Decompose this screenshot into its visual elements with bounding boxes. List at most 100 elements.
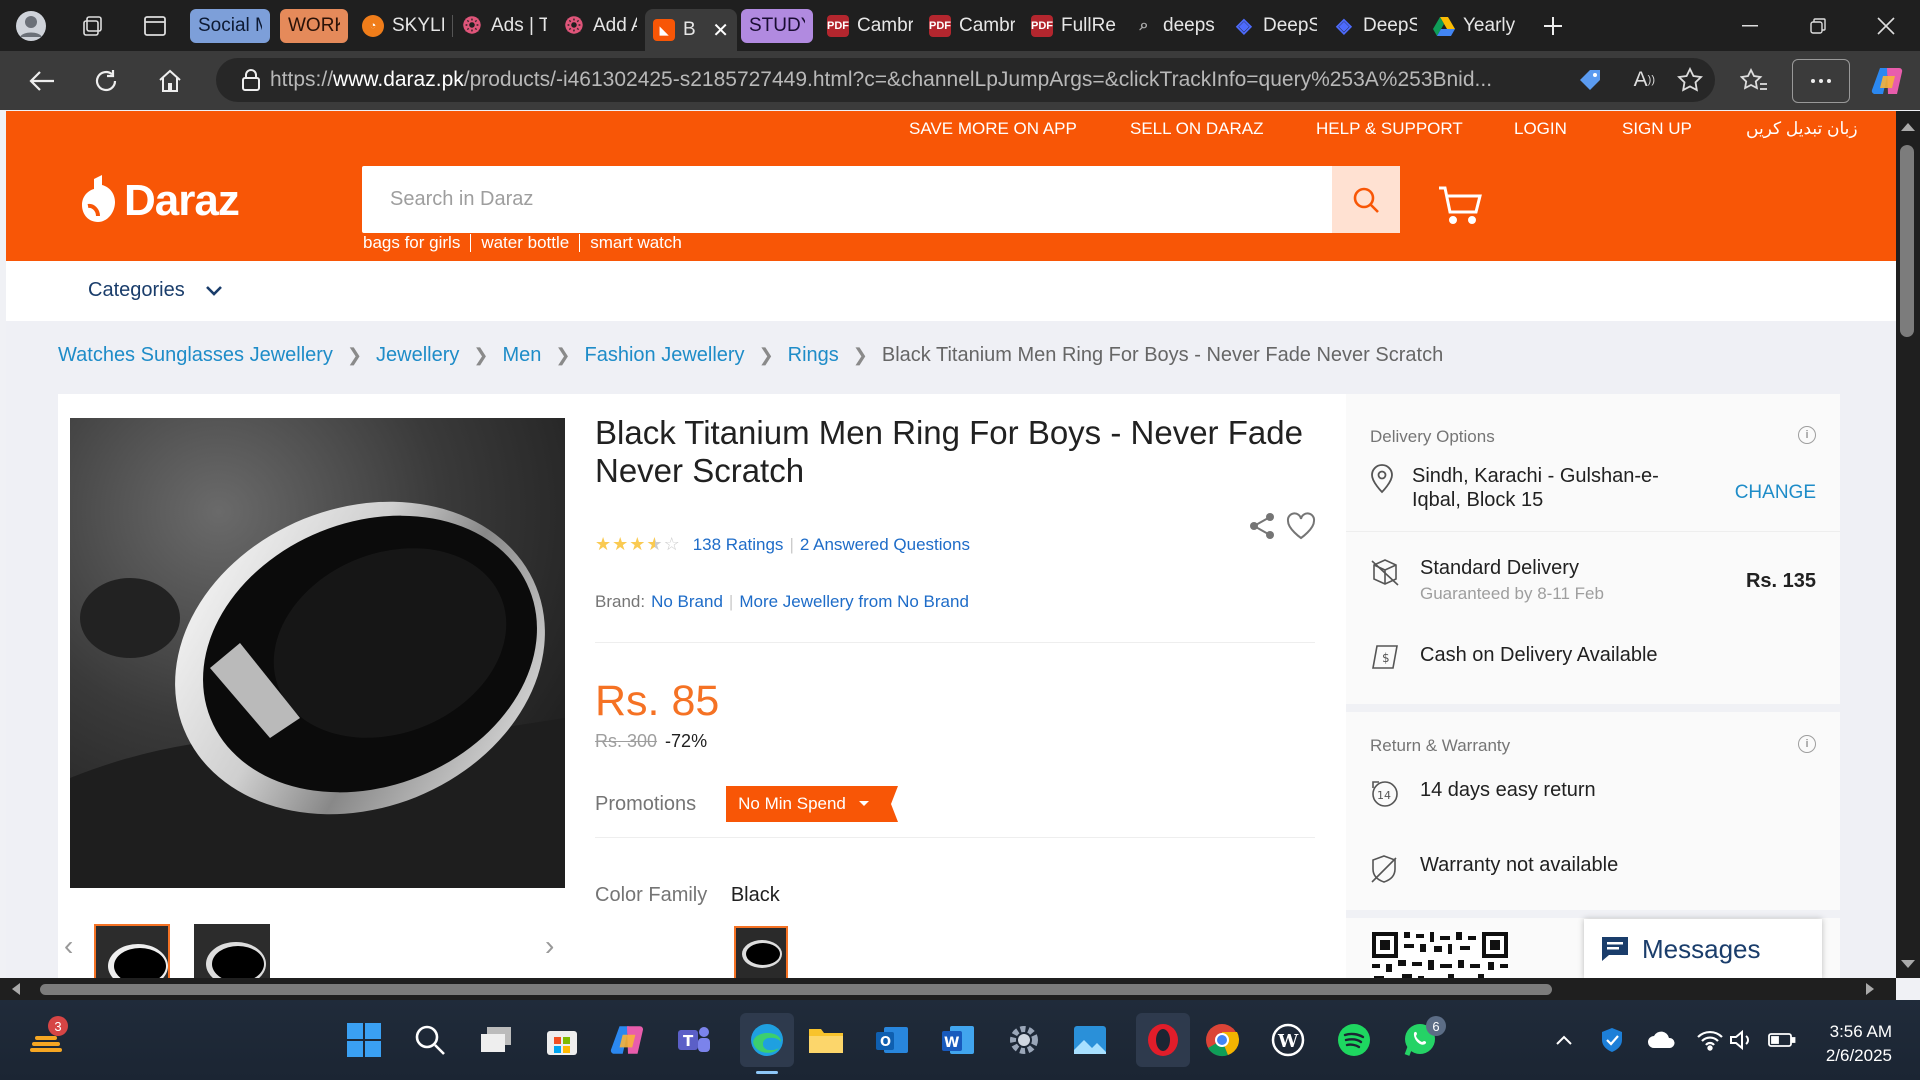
wordpress-icon[interactable]: W xyxy=(1268,1020,1308,1060)
scroll-right-icon[interactable] xyxy=(1860,978,1880,1000)
breadcrumb-link[interactable]: Fashion Jewellery xyxy=(584,344,744,367)
product-main-image[interactable] xyxy=(70,418,565,888)
widgets-icon[interactable]: 3 xyxy=(26,1016,68,1060)
tab-deepseek-1[interactable]: ◈ DeepS xyxy=(1225,9,1325,43)
security-shield-icon[interactable] xyxy=(1592,1020,1632,1060)
system-clock[interactable]: 3:56 AM 2/6/2025 xyxy=(1826,1020,1892,1068)
color-swatch-black[interactable] xyxy=(734,926,788,978)
profile-avatar-icon[interactable] xyxy=(0,0,62,51)
scroll-up-icon[interactable] xyxy=(1896,117,1920,137)
favorite-star-icon[interactable] xyxy=(1677,67,1703,93)
close-window-icon[interactable] xyxy=(1852,0,1920,51)
opera-icon[interactable] xyxy=(1136,1013,1190,1067)
info-icon[interactable]: i xyxy=(1798,426,1816,444)
tab-daraz-active[interactable]: ◣ B ✕ xyxy=(645,9,737,51)
tab-deepseek-2[interactable]: ◈ DeepS xyxy=(1325,9,1425,43)
thumbnail-prev-icon[interactable]: ‹ xyxy=(64,930,73,962)
reload-icon[interactable] xyxy=(74,51,138,110)
tab-group-study[interactable]: STUDY xyxy=(741,8,813,43)
breadcrumb-link[interactable]: Men xyxy=(502,344,541,367)
search-input[interactable] xyxy=(362,166,1312,233)
start-menu-icon[interactable] xyxy=(344,1020,384,1060)
copilot-icon[interactable] xyxy=(1856,51,1920,110)
cart-button[interactable] xyxy=(1438,185,1482,230)
change-location-button[interactable]: CHANGE xyxy=(1735,482,1816,504)
workspaces-icon[interactable] xyxy=(62,0,124,51)
vertical-scroll-thumb[interactable] xyxy=(1900,145,1914,337)
home-icon[interactable] xyxy=(138,51,202,110)
suggestion-link[interactable]: smart watch xyxy=(579,234,692,252)
edge-browser-icon[interactable] xyxy=(740,1013,794,1074)
file-explorer-icon[interactable] xyxy=(806,1020,846,1060)
categories-dropdown[interactable]: Categories xyxy=(88,279,223,302)
sell-on-daraz-link[interactable]: SELL ON DARAZ xyxy=(1130,119,1264,139)
vertical-tabs-icon[interactable] xyxy=(124,0,186,51)
brand-link[interactable]: No Brand xyxy=(651,592,723,612)
back-icon[interactable] xyxy=(10,51,74,110)
tab-add-ads[interactable]: ❂ Add A xyxy=(555,9,645,43)
onedrive-cloud-icon[interactable] xyxy=(1642,1020,1682,1060)
suggestion-link[interactable]: water bottle xyxy=(470,234,579,252)
task-view-icon[interactable] xyxy=(476,1020,516,1060)
tab-group-work[interactable]: WORK xyxy=(280,8,348,43)
photos-icon[interactable] xyxy=(1070,1020,1110,1060)
word-icon[interactable]: W xyxy=(938,1020,978,1060)
url-text[interactable]: https://www.daraz.pk/products/-i46130242… xyxy=(270,68,1500,92)
questions-link[interactable]: 2 Answered Questions xyxy=(800,535,970,555)
volume-icon[interactable] xyxy=(1722,1020,1762,1060)
microsoft-store-icon[interactable] xyxy=(542,1020,582,1060)
horizontal-scroll-thumb[interactable] xyxy=(40,984,1552,995)
address-bar[interactable]: https://www.daraz.pk/products/-i46130242… xyxy=(216,58,1715,102)
chrome-icon[interactable] xyxy=(1202,1020,1242,1060)
sign-up-link[interactable]: SIGN UP xyxy=(1622,119,1692,139)
favorites-icon[interactable] xyxy=(1722,51,1786,110)
whatsapp-icon[interactable]: 6 xyxy=(1400,1016,1446,1060)
spotify-icon[interactable] xyxy=(1334,1020,1374,1060)
tab-cambridge-1[interactable]: PDF Cambr xyxy=(819,9,921,43)
help-support-link[interactable]: HELP & SUPPORT xyxy=(1316,119,1463,139)
copilot-app-icon[interactable] xyxy=(608,1020,648,1060)
breadcrumb-link[interactable]: Rings xyxy=(788,344,839,367)
show-hidden-icons-icon[interactable] xyxy=(1544,1020,1584,1060)
tab-fullre[interactable]: PDF FullRe xyxy=(1023,9,1125,43)
battery-icon[interactable] xyxy=(1762,1020,1802,1060)
tab-group-social[interactable]: Social M xyxy=(190,8,270,43)
promotion-badge[interactable]: No Min Spend xyxy=(726,786,898,822)
messages-chat-button[interactable]: Messages xyxy=(1584,919,1822,978)
outlook-icon[interactable]: O xyxy=(872,1020,912,1060)
lock-icon[interactable] xyxy=(242,69,260,91)
change-language-link[interactable]: زبان تبدیل کریں xyxy=(1746,119,1858,139)
daraz-logo[interactable]: Daraz xyxy=(82,173,240,229)
tab-skyline[interactable]: ◔ SKYLIN xyxy=(354,9,452,43)
thumbnail-next-icon[interactable]: › xyxy=(545,930,554,962)
coupon-tag-icon[interactable] xyxy=(1577,67,1603,93)
new-tab-icon[interactable] xyxy=(1525,0,1581,51)
tab-ads[interactable]: ❂ Ads | T xyxy=(453,9,555,43)
save-more-on-app-link[interactable]: SAVE MORE ON APP xyxy=(909,119,1077,139)
minimize-icon[interactable] xyxy=(1716,0,1784,51)
settings-gear-icon[interactable] xyxy=(1004,1020,1044,1060)
breadcrumb-link[interactable]: Watches Sunglasses Jewellery xyxy=(58,344,333,367)
login-link[interactable]: LOGIN xyxy=(1514,119,1567,139)
tab-cambridge-2[interactable]: PDF Cambr xyxy=(921,9,1023,43)
more-menu-icon[interactable] xyxy=(1792,58,1850,103)
read-aloud-icon[interactable]: A)) xyxy=(1634,68,1655,92)
product-thumbnail[interactable] xyxy=(194,924,270,978)
restore-icon[interactable] xyxy=(1784,0,1852,51)
close-tab-icon[interactable]: ✕ xyxy=(712,18,729,43)
teams-icon[interactable]: T xyxy=(674,1020,714,1060)
tab-yearly[interactable]: Yearly xyxy=(1425,9,1525,43)
search-icon[interactable] xyxy=(410,1020,450,1060)
scroll-down-icon[interactable] xyxy=(1896,954,1920,974)
info-icon[interactable]: i xyxy=(1798,735,1816,753)
more-from-brand-link[interactable]: More Jewellery from No Brand xyxy=(739,592,969,612)
scroll-left-icon[interactable] xyxy=(6,978,26,1000)
product-thumbnail[interactable] xyxy=(94,924,170,978)
suggestion-link[interactable]: bags for girls xyxy=(363,234,470,252)
tab-deeps-search[interactable]: ⌕ deeps xyxy=(1125,9,1225,43)
search-button[interactable] xyxy=(1332,166,1400,233)
wishlist-heart-icon[interactable] xyxy=(1286,512,1316,545)
share-icon[interactable] xyxy=(1248,512,1276,545)
breadcrumb-link[interactable]: Jewellery xyxy=(376,344,459,367)
ratings-link[interactable]: 138 Ratings xyxy=(693,535,784,555)
